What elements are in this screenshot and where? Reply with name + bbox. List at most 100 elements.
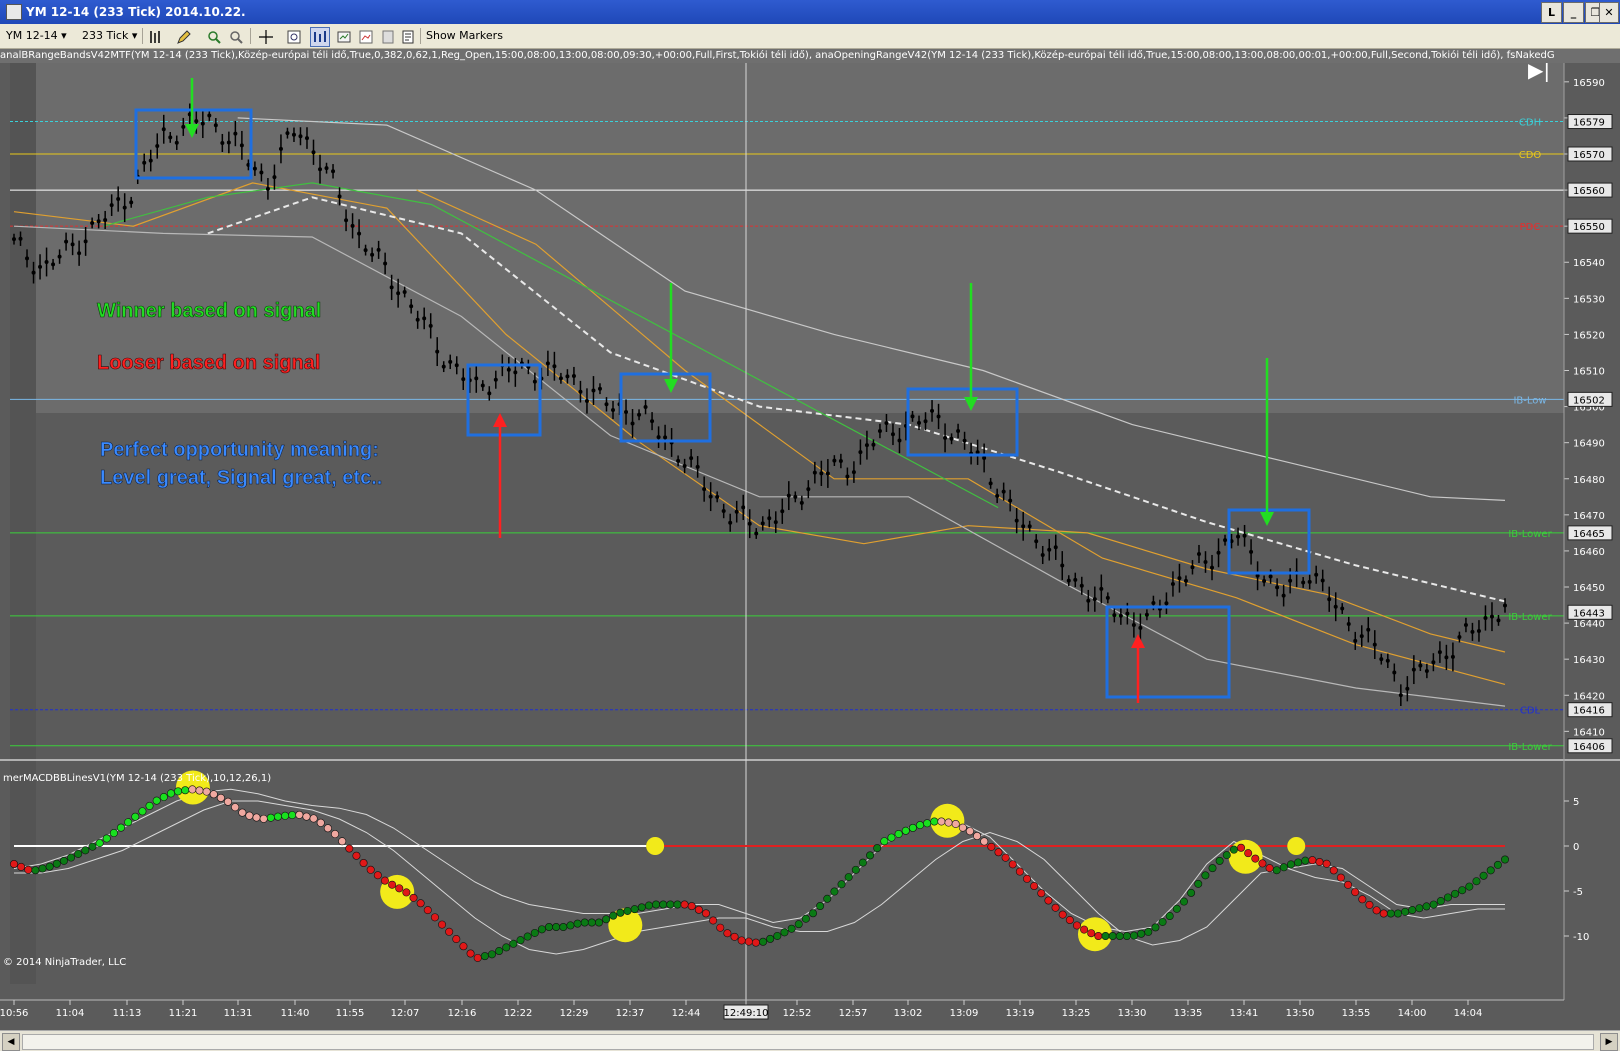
macd-dot — [166, 789, 175, 798]
macd-dot — [145, 801, 154, 810]
macd-dot — [680, 900, 689, 909]
price-bar-close — [1450, 654, 1455, 659]
macd-dot — [131, 812, 140, 821]
macd-dot — [188, 785, 197, 794]
macd-dot — [1436, 897, 1445, 906]
price-bar-close — [1047, 547, 1052, 552]
interval-selector[interactable]: 233 Tick ▾ — [82, 28, 137, 44]
zoom-in-icon[interactable] — [204, 27, 224, 47]
price-bar-close — [1177, 576, 1182, 581]
link-button[interactable]: L — [1541, 2, 1562, 23]
properties-icon[interactable] — [398, 27, 418, 47]
macd-zero-marker — [646, 837, 665, 855]
macd-dot — [1130, 931, 1139, 940]
scrollbar-thumb[interactable] — [22, 1034, 1594, 1050]
copyright-text: © 2014 NinjaTrader, LLC — [3, 957, 126, 968]
price-bar-close — [31, 270, 36, 275]
macd-dot — [1030, 882, 1039, 891]
pencil-icon[interactable] — [174, 27, 194, 47]
macd-dot — [652, 900, 661, 909]
time-label: 13:30 — [1118, 1008, 1147, 1019]
price-bar-close — [604, 402, 609, 407]
price-bar-close — [773, 520, 778, 525]
interval-label: 233 Tick — [82, 29, 129, 42]
zoom-out-icon[interactable] — [226, 27, 246, 47]
macd-dot — [937, 817, 946, 826]
minimize-button[interactable]: _ — [1563, 2, 1584, 23]
data-box-icon[interactable] — [334, 27, 354, 47]
price-bar-close — [597, 386, 602, 391]
macd-dot — [259, 814, 268, 823]
price-bar-close — [487, 391, 492, 396]
macd-dot — [602, 915, 611, 924]
chart-canvas[interactable]: CDH CDO PDC IB-Low IB-Lower IB-Lower CDL IB-Low… — [0, 63, 1620, 1030]
price-bar-close — [767, 516, 772, 521]
price-bar-close — [1027, 524, 1032, 529]
price-bar-close — [1411, 667, 1416, 672]
horizontal-scrollbar[interactable]: ◀ ▶ — [0, 1030, 1620, 1051]
chart-properties-icon[interactable] — [356, 27, 376, 47]
price-bar-close — [545, 361, 550, 366]
price-bar-close — [44, 259, 49, 264]
macd-dot — [31, 866, 40, 875]
close-button[interactable]: ✕ — [1599, 2, 1619, 23]
instrument-selector[interactable]: YM 12-14 ▾ — [6, 28, 67, 44]
time-label: 12:07 — [391, 1008, 420, 1019]
price-bar-close — [357, 231, 362, 236]
price-bar-close — [611, 407, 616, 412]
price-bar-close — [806, 487, 811, 492]
macd-dot — [594, 918, 603, 927]
price-bar-close — [825, 471, 830, 476]
price-bar-close — [819, 471, 824, 476]
scroll-left-icon[interactable]: ◀ — [2, 1033, 20, 1051]
price-bar-close — [1099, 586, 1104, 591]
price-bar-close — [708, 494, 713, 499]
price-bar-close — [1385, 658, 1390, 663]
macd-dot — [1058, 910, 1067, 919]
price-bar-close — [1275, 585, 1280, 590]
price-bar-close — [721, 508, 726, 513]
macd-dot — [1286, 860, 1295, 869]
macd-dot — [302, 812, 311, 821]
macd-dot — [887, 833, 896, 842]
macd-dot — [1215, 856, 1224, 865]
template-icon[interactable] — [378, 27, 398, 47]
macd-dot — [359, 858, 368, 867]
crosshair-icon[interactable] — [256, 27, 276, 47]
macd-dot — [516, 936, 525, 945]
price-bar-close — [754, 531, 759, 536]
macd-dot — [901, 826, 910, 835]
price-tag-label: 16502 — [1573, 395, 1605, 406]
macd-dot — [844, 873, 853, 882]
price-bar-close — [917, 420, 922, 425]
macd-dot — [1408, 906, 1417, 915]
price-bar-close — [689, 456, 694, 461]
price-bar-close — [83, 239, 88, 244]
magnifier-icon[interactable] — [284, 27, 304, 47]
macd-dot — [495, 947, 504, 956]
price-tag-label: 16550 — [1573, 222, 1605, 233]
price-tick-label: 16460 — [1573, 547, 1605, 558]
price-bar-close — [884, 420, 889, 425]
price-bar-close — [402, 289, 407, 294]
macd-dot — [1315, 857, 1324, 866]
play-icon[interactable]: ▶| — [1528, 63, 1550, 82]
chart-trader-icon[interactable] — [310, 27, 330, 47]
macd-dot — [1365, 900, 1374, 909]
show-markers-button[interactable]: Show Markers — [426, 28, 503, 44]
price-bar-close — [956, 428, 961, 433]
price-bar-close — [213, 123, 218, 128]
price-bar-close — [1190, 565, 1195, 570]
macd-dot — [117, 823, 126, 832]
bar-type-icon[interactable] — [146, 27, 166, 47]
looser-text: Looser based on signal — [97, 352, 320, 374]
price-bar-close — [1138, 625, 1143, 630]
price-bar-close — [656, 435, 661, 440]
macd-dot — [630, 905, 639, 914]
scroll-right-icon[interactable]: ▶ — [1600, 1033, 1618, 1051]
price-bar-close — [1053, 545, 1058, 550]
macd-dot — [987, 842, 996, 851]
macd-dot — [1465, 882, 1474, 891]
price-bar-close — [630, 421, 635, 426]
macd-dot — [1222, 851, 1231, 860]
